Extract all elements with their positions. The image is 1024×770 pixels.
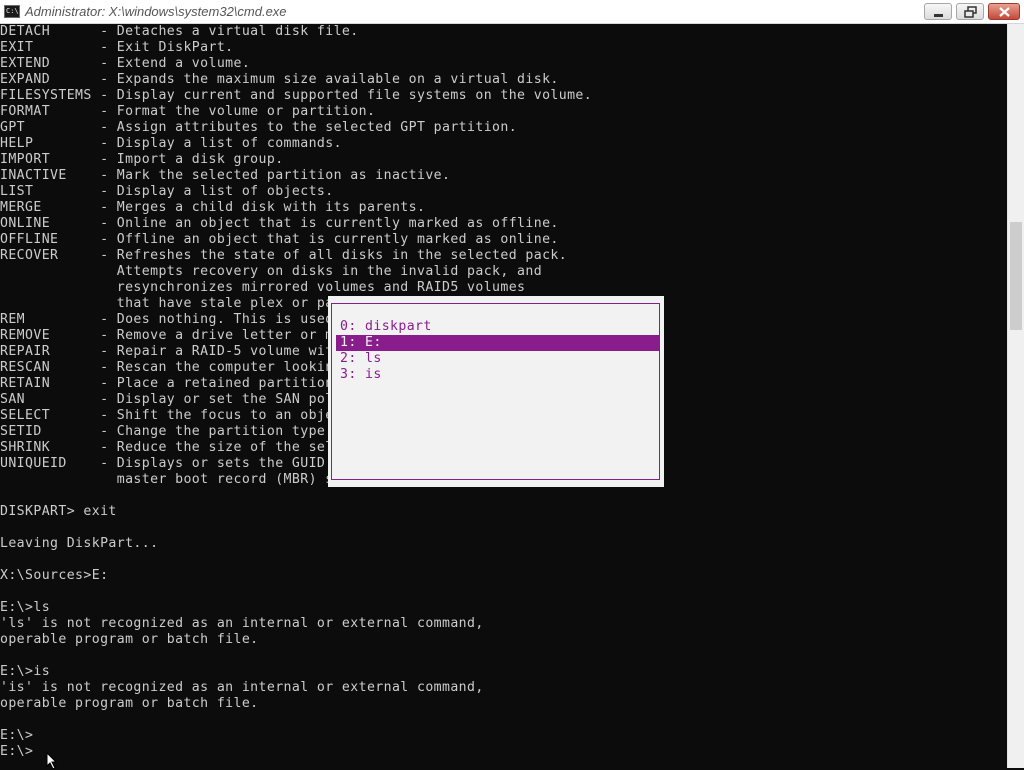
console-line: EXPAND - Expands the maximum size availa…	[0, 72, 559, 87]
scrollbar-thumb[interactable]	[1010, 222, 1022, 330]
console-line: LIST - Display a list of objects.	[0, 184, 334, 199]
cmd-icon[interactable]: C:\	[4, 5, 20, 18]
history-item[interactable]: 0: diskpart	[336, 319, 660, 335]
history-item[interactable]: 1: E:	[336, 335, 660, 351]
console-line: FORMAT - Format the volume or partition.	[0, 104, 376, 119]
restore-button[interactable]	[956, 3, 984, 20]
console-line: EXTEND - Extend a volume.	[0, 56, 251, 71]
console-line: IMPORT - Import a disk group.	[0, 152, 284, 167]
window-title: Administrator: X:\windows\system32\cmd.e…	[25, 4, 287, 19]
console-line: Leaving DiskPart...	[0, 536, 159, 551]
console-line: DETACH - Detaches a virtual disk file.	[0, 24, 359, 39]
console-line: EXIT - Exit DiskPart.	[0, 40, 234, 55]
console-line: E:\>ls	[0, 600, 51, 615]
command-history-popup[interactable]: 0: diskpart 1: E: 2: ls 3: is	[328, 296, 664, 487]
history-list[interactable]: 0: diskpart 1: E: 2: ls 3: is	[336, 319, 660, 383]
title-bar[interactable]: C:\ Administrator: X:\windows\system32\c…	[0, 0, 1024, 24]
console-line: operable program or batch file.	[0, 696, 259, 711]
console-line: Attempts recovery on disks in the invali…	[0, 264, 543, 279]
mouse-pointer-icon	[46, 752, 58, 770]
console-line: X:\Sources>E:	[0, 568, 109, 583]
console-line: resynchronizes mirrored volumes and RAID…	[0, 280, 526, 295]
console-line: E:\>	[0, 728, 34, 743]
console-line: INACTIVE - Mark the selected partition a…	[0, 168, 451, 183]
console-line: E:\>	[0, 744, 34, 759]
console-line: ONLINE - Online an object that is curren…	[0, 216, 559, 231]
close-icon	[999, 7, 1010, 17]
console-line: 'ls' is not recognized as an internal or…	[0, 616, 484, 631]
minimize-button[interactable]	[924, 3, 952, 20]
console-line: E:\>is	[0, 664, 51, 679]
console-line: 'is' is not recognized as an internal or…	[0, 680, 484, 695]
close-button[interactable]	[988, 3, 1020, 20]
history-item[interactable]: 2: ls	[336, 351, 660, 367]
minimize-icon	[934, 14, 943, 17]
vertical-scrollbar[interactable]	[1007, 24, 1024, 768]
console-line: OFFLINE - Offline an object that is curr…	[0, 232, 559, 247]
console-line: GPT - Assign attributes to the selected …	[0, 120, 518, 135]
console-line: HELP - Display a list of commands.	[0, 136, 342, 151]
restore-icon	[964, 6, 977, 18]
history-item[interactable]: 3: is	[336, 367, 660, 383]
console-line: DISKPART> exit	[0, 504, 117, 519]
console-line: FILESYSTEMS - Display current and suppor…	[0, 88, 593, 103]
console-line: RECOVER - Refreshes the state of all dis…	[0, 248, 568, 263]
history-popup-frame: 0: diskpart 1: E: 2: ls 3: is	[331, 303, 660, 480]
console-line: MERGE - Merges a child disk with its par…	[0, 200, 426, 215]
console-line: operable program or batch file.	[0, 632, 259, 647]
